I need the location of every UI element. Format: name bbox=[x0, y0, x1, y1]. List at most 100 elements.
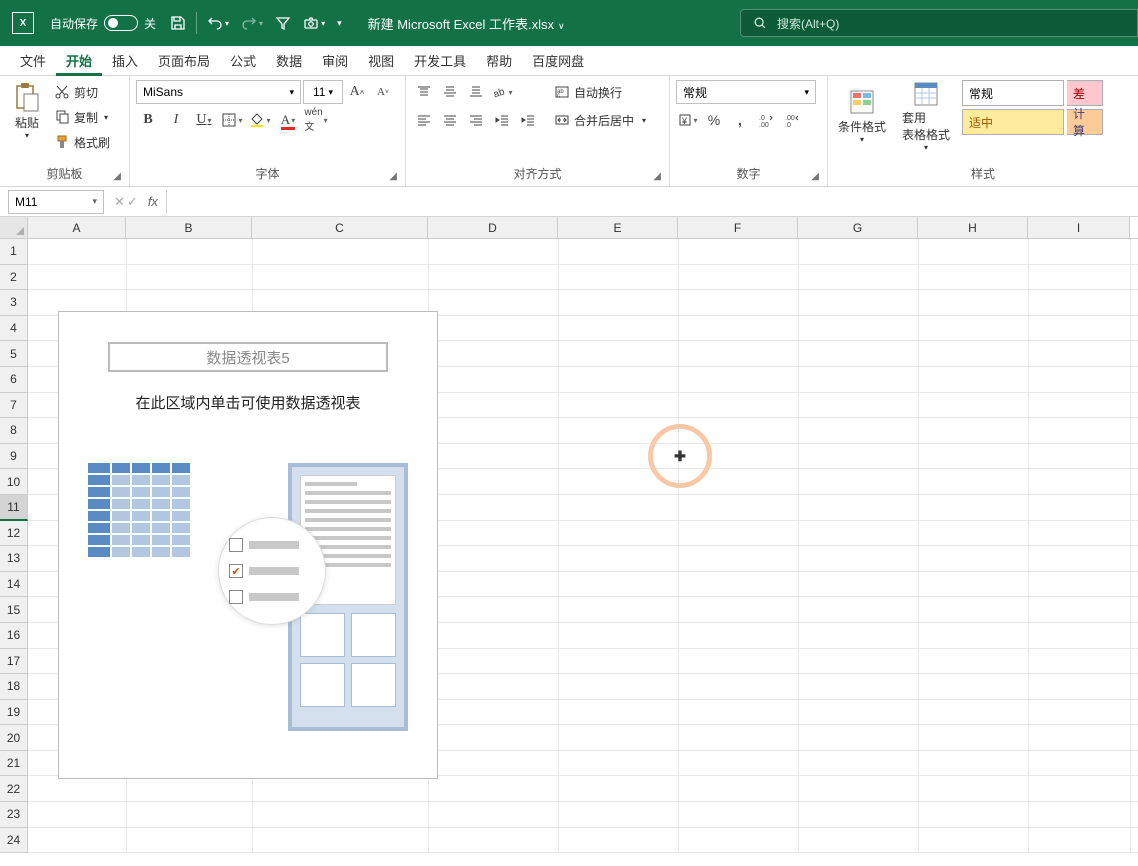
row-header[interactable]: 17 bbox=[0, 649, 28, 675]
tab-file[interactable]: 文件 bbox=[10, 46, 56, 76]
name-box[interactable]: M11▾ bbox=[8, 190, 104, 214]
dialog-launcher-icon[interactable]: ◢ bbox=[389, 171, 397, 182]
align-bottom-button[interactable] bbox=[464, 80, 488, 104]
percent-button[interactable]: % bbox=[702, 108, 726, 132]
wrap-text-button[interactable]: abc 自动换行 bbox=[550, 80, 650, 104]
tab-baidu[interactable]: 百度网盘 bbox=[522, 46, 594, 76]
row-header[interactable]: 23 bbox=[0, 802, 28, 828]
tab-layout[interactable]: 页面布局 bbox=[148, 46, 220, 76]
cell-style-bad[interactable]: 差 bbox=[1067, 80, 1103, 106]
format-as-table-button[interactable]: 套用 表格格式▾ bbox=[898, 78, 954, 154]
chevron-down-icon[interactable]: ∨ bbox=[558, 21, 565, 31]
formula-input[interactable] bbox=[166, 190, 1138, 214]
qat-customize[interactable]: ▾ bbox=[331, 14, 348, 33]
increase-font-button[interactable]: A˄ bbox=[345, 80, 369, 104]
fx-icon[interactable]: fx bbox=[148, 194, 158, 209]
accounting-format-button[interactable]: ¥ bbox=[676, 108, 700, 132]
row-header[interactable]: 7 bbox=[0, 393, 28, 419]
row-header[interactable]: 9 bbox=[0, 444, 28, 470]
row-header[interactable]: 8 bbox=[0, 418, 28, 444]
decrease-indent-button[interactable] bbox=[490, 108, 514, 132]
column-header[interactable]: H bbox=[918, 217, 1028, 238]
tab-help[interactable]: 帮助 bbox=[476, 46, 522, 76]
cut-button[interactable]: 剪切 bbox=[50, 80, 114, 104]
row-header[interactable]: 24 bbox=[0, 828, 28, 854]
row-header[interactable]: 16 bbox=[0, 623, 28, 649]
search-input[interactable]: 搜索(Alt+Q) bbox=[740, 9, 1138, 37]
cell-style-calc[interactable]: 计算 bbox=[1067, 109, 1103, 135]
tab-home[interactable]: 开始 bbox=[56, 46, 102, 76]
format-painter-button[interactable]: 格式刷 bbox=[50, 130, 114, 154]
column-header[interactable]: F bbox=[678, 217, 798, 238]
camera-qat-button[interactable]: ▾ bbox=[297, 11, 331, 35]
column-header[interactable]: B bbox=[126, 217, 252, 238]
row-header[interactable]: 4 bbox=[0, 316, 28, 342]
row-header[interactable]: 1 bbox=[0, 239, 28, 265]
underline-button[interactable]: U bbox=[192, 108, 216, 132]
font-size-select[interactable]: 11▾ bbox=[303, 80, 343, 104]
enter-formula-icon[interactable]: ✓ bbox=[127, 194, 138, 210]
align-left-button[interactable] bbox=[412, 108, 436, 132]
borders-button[interactable] bbox=[220, 108, 244, 132]
copy-button[interactable]: 复制▾ bbox=[50, 105, 114, 129]
row-header[interactable]: 10 bbox=[0, 469, 28, 495]
increase-indent-button[interactable] bbox=[516, 108, 540, 132]
phonetic-button[interactable]: wén文 bbox=[304, 108, 328, 132]
pivot-table-placeholder[interactable]: 数据透视表5 在此区域内单击可使用数据透视表 bbox=[58, 311, 438, 779]
column-header[interactable]: E bbox=[558, 217, 678, 238]
autosave-toggle[interactable]: 自动保存 关 bbox=[42, 15, 164, 32]
column-header[interactable]: G bbox=[798, 217, 918, 238]
cancel-formula-icon[interactable]: ✕ bbox=[114, 194, 125, 210]
column-header[interactable]: A bbox=[28, 217, 126, 238]
undo-button[interactable]: ▾ bbox=[201, 11, 235, 35]
row-header[interactable]: 2 bbox=[0, 265, 28, 291]
orientation-button[interactable]: ab bbox=[490, 80, 514, 104]
row-header[interactable]: 5 bbox=[0, 341, 28, 367]
paste-button[interactable]: 粘贴 ▾ bbox=[6, 78, 48, 154]
column-header[interactable]: I bbox=[1028, 217, 1130, 238]
decrease-font-button[interactable]: A˅ bbox=[371, 80, 395, 104]
redo-button[interactable]: ▾ bbox=[235, 11, 269, 35]
worksheet-grid[interactable]: ABCDEFGHI 123456789101112131415161718192… bbox=[0, 217, 1138, 853]
number-format-select[interactable]: 常规▾ bbox=[676, 80, 816, 104]
filter-qat-button[interactable] bbox=[269, 11, 297, 35]
italic-button[interactable]: I bbox=[164, 108, 188, 132]
tab-data[interactable]: 数据 bbox=[266, 46, 312, 76]
row-header[interactable]: 6 bbox=[0, 367, 28, 393]
conditional-format-button[interactable]: 条件格式▾ bbox=[834, 78, 890, 154]
dialog-launcher-icon[interactable]: ◢ bbox=[113, 171, 121, 182]
dialog-launcher-icon[interactable]: ◢ bbox=[653, 171, 661, 182]
bold-button[interactable]: B bbox=[136, 108, 160, 132]
row-header[interactable]: 14 bbox=[0, 572, 28, 598]
decrease-decimal-button[interactable]: .00.0 bbox=[780, 108, 804, 132]
row-header[interactable]: 20 bbox=[0, 725, 28, 751]
align-right-button[interactable] bbox=[464, 108, 488, 132]
comma-button[interactable]: , bbox=[728, 108, 752, 132]
column-header[interactable]: D bbox=[428, 217, 558, 238]
cell-style-normal[interactable]: 常规 bbox=[962, 80, 1064, 106]
row-header[interactable]: 18 bbox=[0, 674, 28, 700]
dialog-launcher-icon[interactable]: ◢ bbox=[811, 171, 819, 182]
merge-center-button[interactable]: 合并后居中▾ bbox=[550, 108, 650, 132]
column-header[interactable]: C bbox=[252, 217, 428, 238]
row-header[interactable]: 11 bbox=[0, 495, 28, 521]
row-header[interactable]: 13 bbox=[0, 546, 28, 572]
save-button[interactable] bbox=[164, 11, 192, 35]
align-top-button[interactable] bbox=[412, 80, 436, 104]
tab-view[interactable]: 视图 bbox=[358, 46, 404, 76]
row-header[interactable]: 3 bbox=[0, 290, 28, 316]
select-all-button[interactable] bbox=[0, 217, 28, 238]
row-header[interactable]: 15 bbox=[0, 597, 28, 623]
row-header[interactable]: 12 bbox=[0, 521, 28, 547]
tab-devtools[interactable]: 开发工具 bbox=[404, 46, 476, 76]
cell-style-neutral[interactable]: 适中 bbox=[962, 109, 1064, 135]
tab-formulas[interactable]: 公式 bbox=[220, 46, 266, 76]
fill-color-button[interactable] bbox=[248, 108, 272, 132]
align-middle-button[interactable] bbox=[438, 80, 462, 104]
tab-review[interactable]: 审阅 bbox=[312, 46, 358, 76]
row-header[interactable]: 22 bbox=[0, 776, 28, 802]
row-header[interactable]: 21 bbox=[0, 751, 28, 777]
row-header[interactable]: 19 bbox=[0, 700, 28, 726]
font-color-button[interactable]: A bbox=[276, 108, 300, 132]
align-center-button[interactable] bbox=[438, 108, 462, 132]
